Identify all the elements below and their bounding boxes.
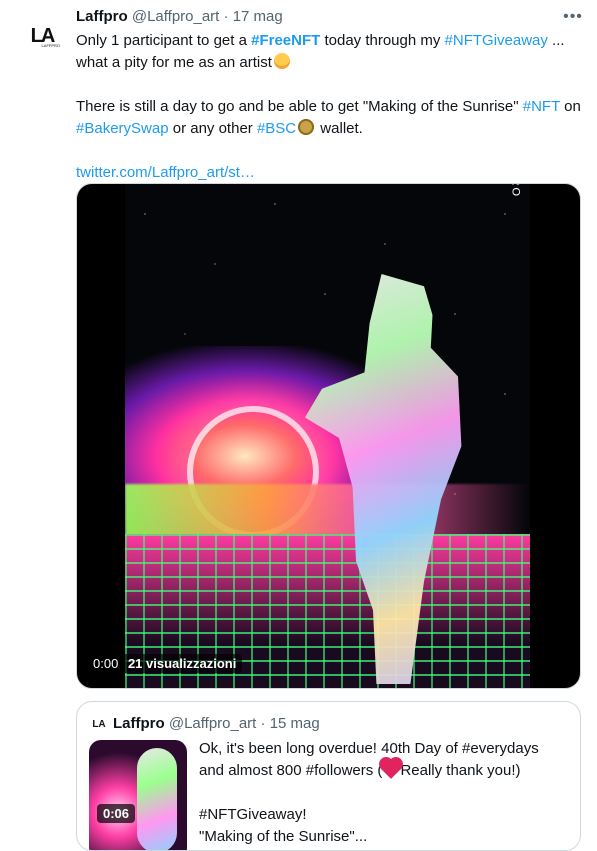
avatar[interactable]: LA LAFFPRO: [18, 12, 66, 60]
coin-icon: [298, 119, 315, 135]
quoted-line-3: #NFTGiveaway!: [199, 806, 307, 823]
quoted-tweet[interactable]: LA Laffpro @Laffpro_art · 15 mag 0:06 Ok…: [76, 701, 581, 851]
quoted-date: 15 mag: [269, 715, 320, 732]
quoted-text: Ok, it's been long overdue! 40th Day of …: [199, 738, 569, 848]
more-icon[interactable]: •••: [560, 6, 586, 28]
hashtag-bakeryswap[interactable]: #BakerySwap: [76, 120, 169, 137]
dot-separator: ·: [260, 715, 266, 732]
grin-sweat-icon: [273, 53, 290, 69]
hashtag-nftgiveaway[interactable]: #NFTGiveaway: [445, 32, 548, 49]
thumbnail-time: 0:06: [97, 804, 136, 823]
tweet-header: Laffpro @Laffpro_art · 17 mag: [76, 8, 283, 26]
quoted-avatar: LA: [89, 714, 109, 734]
tweet-paragraph-1: Only 1 participant to get a #FreeNFT tod…: [76, 30, 581, 74]
quoted-header: Laffpro @Laffpro_art · 15 mag: [113, 714, 320, 734]
quoted-line-4: "Making of the Sunrise"...: [199, 828, 368, 845]
dot-separator: ·: [223, 8, 229, 25]
video-media[interactable]: LAFFPRO 0:00 21 visualizzazioni: [76, 183, 581, 689]
hashtag-nft[interactable]: #NFT: [523, 98, 560, 115]
text-segment: Really thank you!): [400, 762, 521, 779]
text-segment: on: [559, 98, 581, 115]
tweet-link[interactable]: twitter.com/Laffpro_art/st…: [76, 164, 255, 181]
heart-icon: [381, 759, 402, 779]
tweet-date[interactable]: 17 mag: [233, 8, 283, 25]
video-info: 0:00 21 visualizzazioni: [87, 654, 243, 673]
text-segment: today through my: [320, 32, 445, 49]
tweet-text: Only 1 participant to get a #FreeNFT tod…: [76, 30, 581, 184]
text-segment: or any other: [168, 120, 257, 137]
thumbnail-figure: [137, 748, 177, 850]
brand-watermark: LAFFPRO: [510, 184, 522, 198]
text-segment: and almost 800 #followers (: [199, 762, 383, 779]
video-artwork[interactable]: LAFFPRO: [125, 184, 530, 688]
quoted-line-2: and almost 800 #followers ( Really thank …: [199, 759, 569, 782]
author-name[interactable]: Laffpro: [76, 8, 128, 25]
quoted-author-handle: @Laffpro_art: [168, 715, 257, 732]
quoted-video-thumbnail[interactable]: 0:06: [89, 740, 187, 850]
text-segment: Only 1 participant to get a: [76, 32, 252, 49]
hashtag-freenft[interactable]: #FreeNFT: [251, 32, 320, 49]
text-segment: wallet.: [316, 120, 363, 137]
text-segment: There is still a day to go and be able t…: [76, 98, 523, 115]
hashtag-bsc[interactable]: #BSC: [257, 120, 296, 137]
author-handle[interactable]: @Laffpro_art: [132, 8, 220, 25]
tweet-paragraph-2: There is still a day to go and be able t…: [76, 96, 581, 140]
quoted-author-name: Laffpro: [113, 715, 165, 732]
video-time: 0:00: [93, 656, 119, 671]
avatar-small-text: LAFFPRO: [41, 43, 60, 48]
view-count: 21 visualizzazioni: [127, 656, 237, 671]
